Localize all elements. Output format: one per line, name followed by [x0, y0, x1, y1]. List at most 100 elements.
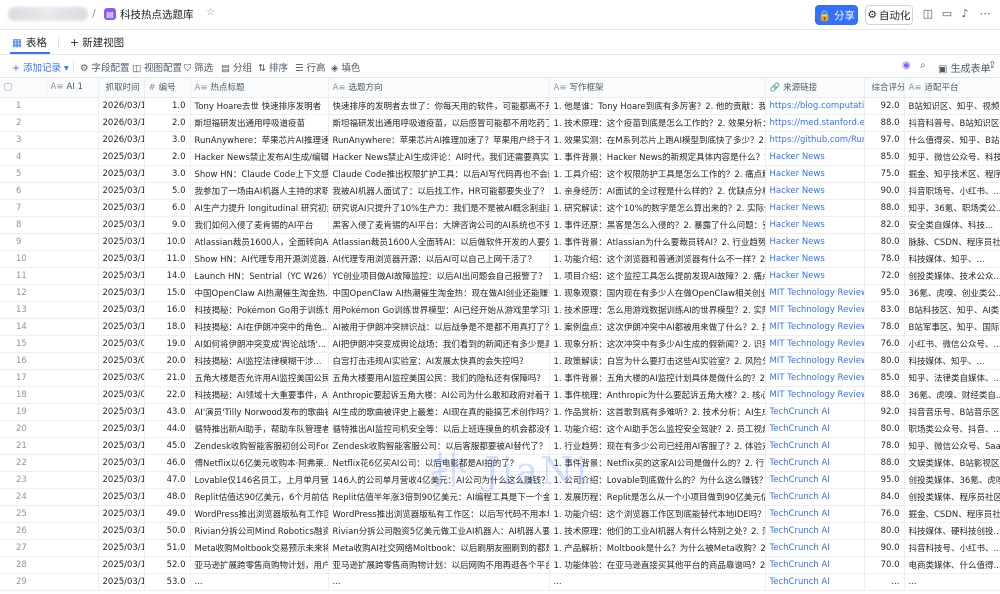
source-link-cell[interactable]: Hacker News — [765, 165, 865, 183]
fetch-time-cell[interactable]: 2025/03/12 — [98, 437, 145, 455]
row-index[interactable]: 25 — [0, 505, 99, 523]
row-index[interactable]: 19 — [0, 403, 99, 421]
number-cell[interactable]: 22.0 — [144, 386, 191, 404]
hot-title-cell[interactable]: Tony Hoare去世 快速排序发明者 — [190, 97, 329, 115]
score-cell[interactable]: 88.0 — [864, 454, 905, 472]
fetch-time-cell[interactable]: 2025/03/11 — [98, 301, 145, 319]
platform-cell[interactable]: 职场类公众号、抖音、... — [904, 420, 1000, 438]
table-row[interactable]: 72025/03/126.0AI生产力提升 longitudinal 研究初步.… — [0, 199, 1000, 217]
fetch-time-cell[interactable]: 2025/03/12 — [98, 250, 145, 268]
score-cell[interactable]: 78.0 — [864, 250, 905, 268]
hot-title-cell[interactable]: 中国OpenClaw AI热潮催生淘金热... — [190, 284, 329, 302]
column-header[interactable]: A≡ 热点标题 — [190, 78, 329, 98]
number-cell[interactable]: 18.0 — [144, 318, 191, 336]
source-link-cell[interactable]: TechCrunch AI — [765, 522, 865, 540]
fetch-time-cell[interactable]: 2025/03/12 — [98, 165, 145, 183]
number-cell[interactable]: 2.0 — [144, 114, 191, 132]
hot-title-cell[interactable]: Lovable仅146名员工，上月单月营收... — [190, 471, 329, 489]
topic-direction-cell[interactable]: ... — [328, 573, 550, 591]
writing-framework-cell[interactable]: 1. 产品解析：Moltbook是什么？为什么被Meta收购？2. 社... — [549, 539, 766, 557]
fetch-time-cell[interactable]: 2025/03/12 — [98, 216, 145, 234]
hot-title-cell[interactable]: 科技揭秘：Pokémon Go用于训练世... — [190, 301, 329, 319]
fetch-time-cell[interactable]: 2026/03/12 — [98, 97, 145, 115]
platform-cell[interactable]: 抖音职场号、小红书、... — [904, 182, 1000, 200]
table-row[interactable]: 32026/03/123.0RunAnywhere：苹果芯片AI推理速...Ru… — [0, 131, 1000, 149]
filter-button[interactable]: ⛉ 筛选 — [184, 60, 213, 74]
fetch-time-cell[interactable]: 2025/03/09 — [98, 335, 145, 353]
table-row[interactable]: 132025/03/1116.0科技揭秘：Pokémon Go用于训练世...用… — [0, 301, 1000, 319]
platform-cell[interactable]: 知乎、36氪、职场类公... — [904, 199, 1000, 217]
hot-title-cell[interactable]: ... — [190, 573, 329, 591]
group-button[interactable]: ▤ 分组 — [221, 60, 252, 74]
writing-framework-cell[interactable]: 1. 技术原理：这个疫苗到底是怎么工作的？2. 效果分析：... — [549, 114, 766, 132]
score-cell[interactable]: 70.0 — [864, 556, 905, 574]
hot-title-cell[interactable]: 斯坦福研发出通用呼吸道疫苗 — [190, 114, 329, 132]
row-index[interactable]: 26 — [0, 522, 99, 540]
writing-framework-cell[interactable]: 1. 功能介绍：这个浏览器工作区到底能替代本地IDE吗？2. ... — [549, 505, 766, 523]
fetch-time-cell[interactable]: 2025/03/12 — [98, 471, 145, 489]
hot-title-cell[interactable]: 循特推出新AI助手，帮助车队管理者... — [190, 420, 329, 438]
writing-framework-cell[interactable]: 1. 事件梳理：Anthropic为什么要起诉五角大楼？2. 核心矛... — [549, 386, 766, 404]
column-header[interactable]: 🔗 来源链接 — [765, 78, 865, 98]
topic-direction-cell[interactable]: 快速排序的发明者去世了：你每天用的软件，可能都离不开他... — [328, 97, 550, 115]
fetch-time-cell[interactable]: 2025/03/12 — [98, 233, 145, 251]
document-icon[interactable]: ▭ — [940, 7, 954, 20]
topic-direction-cell[interactable]: 我被AI机器人面试了：以后找工作，HR可能都要失业了？ — [328, 182, 550, 200]
score-cell[interactable]: 85.0 — [864, 148, 905, 166]
table-row[interactable]: 82025/03/129.0我们如何入侵了麦肯锡的AI平台黑客入侵了麦肯锡的AI… — [0, 216, 1000, 234]
row-index[interactable]: 28 — [0, 556, 99, 574]
source-link-cell[interactable]: Hacker News — [765, 182, 865, 200]
writing-framework-cell[interactable]: 1. 效果实测：在M系列芯片上跑AI模型到底快了多少？2. 技... — [549, 131, 766, 149]
topic-direction-cell[interactable]: 研究说AI只提升了10%生产力：我们是不是被AI概念割韭菜了？ — [328, 199, 550, 217]
row-height-button[interactable]: ☰ 行高 — [295, 60, 326, 74]
platform-cell[interactable]: 脉脉、CSDN、程序员社区 — [904, 233, 1000, 251]
fetch-time-cell[interactable]: 2025/03/12 — [98, 199, 145, 217]
platform-cell[interactable]: 小红书、微信公众号、... — [904, 335, 1000, 353]
table-row[interactable]: 282025/03/1252.0亚马逊扩展跨零售商购物计划，用户...亚马逊扩展… — [0, 556, 1000, 574]
fetch-time-cell[interactable]: 2025/03/12 — [98, 148, 145, 166]
fetch-time-cell[interactable]: 2025/03/12 — [98, 556, 145, 574]
row-index[interactable]: 20 — [0, 420, 99, 438]
number-cell[interactable]: 21.0 — [144, 369, 191, 387]
row-index[interactable]: 15 — [0, 335, 99, 353]
table-row[interactable]: 22026/03/122.0斯坦福研发出通用呼吸道疫苗斯坦福研发出通用呼吸道疫苗… — [0, 114, 1000, 132]
source-link-cell[interactable]: https://blog.computatio... — [765, 97, 865, 115]
platform-cell[interactable]: 创投类媒体、程序员社区 — [904, 488, 1000, 506]
row-index[interactable]: 12 — [0, 284, 99, 302]
fetch-time-cell[interactable]: 2025/03/11 — [98, 284, 145, 302]
column-header[interactable]: A≡ 适配平台 — [904, 78, 1000, 98]
writing-framework-cell[interactable]: 1. 现象分析：这次冲突中有多少AI生成的假新闻？2. 识别播... — [549, 335, 766, 353]
platform-cell[interactable]: 电商类媒体、什么值得... — [904, 556, 1000, 574]
hot-title-cell[interactable]: Show HN：AI代理专用开源浏览器... — [190, 250, 329, 268]
row-index[interactable]: 24 — [0, 488, 99, 506]
topic-direction-cell[interactable]: 五角大楼要用AI监控美国公民：我们的隐私还有保障吗？ — [328, 369, 550, 387]
source-link-cell[interactable]: TechCrunch AI — [765, 488, 865, 506]
source-link-cell[interactable]: TechCrunch AI — [765, 420, 865, 438]
row-index[interactable]: 1 — [0, 97, 99, 115]
row-index[interactable]: 27 — [0, 539, 99, 557]
source-link-cell[interactable]: TechCrunch AI — [765, 573, 865, 591]
topic-direction-cell[interactable]: 斯坦福研发出通用呼吸道疫苗，以后感冒可能都不用吃药了？ — [328, 114, 550, 132]
hot-title-cell[interactable]: Atlassian裁员1600人，全面转向AI... — [190, 233, 329, 251]
share-button[interactable]: 🔒 分享 — [815, 5, 858, 25]
hot-title-cell[interactable]: AI'演员'Tilly Norwood发布的歌曲被... — [190, 403, 329, 421]
hot-title-cell[interactable]: Replit估值达90亿美元，6个月前估... — [190, 488, 329, 506]
topic-direction-cell[interactable]: AI把伊朗冲突变成舆论战场：我们看到的新闻还有多少是真的？ — [328, 335, 550, 353]
table-row[interactable]: 212025/03/1245.0Zendesk收购智能客服初创公司Fore...… — [0, 437, 1000, 455]
table-row[interactable]: 152025/03/0919.0AI如何将伊朗冲突变成'舆论战场'...AI把伊… — [0, 335, 1000, 353]
platform-cell[interactable]: 36氪、虎嗅、财经类自... — [904, 386, 1000, 404]
writing-framework-cell[interactable]: ... — [549, 573, 766, 591]
topic-direction-cell[interactable]: Zendesk收购智能客服公司：以后客服都要被AI替代了？ — [328, 437, 550, 455]
topic-direction-cell[interactable]: Netflix花6亿买AI公司：以后电影都是AI拍的了？ — [328, 454, 550, 472]
platform-cell[interactable]: 36氪、虎嗅、创业类公... — [904, 284, 1000, 302]
source-link-cell[interactable]: TechCrunch AI — [765, 454, 865, 472]
fetch-time-cell[interactable]: 2025/03/12 — [98, 182, 145, 200]
number-cell[interactable]: 1.0 — [144, 97, 191, 115]
topic-direction-cell[interactable]: Replit估值半年涨3倍到90亿美元：AI编程工具是下一个金矿？ — [328, 488, 550, 506]
number-cell[interactable]: 6.0 — [144, 199, 191, 217]
hot-title-cell[interactable]: 五角大楼是否允许用AI监控美国公民... — [190, 369, 329, 387]
hot-title-cell[interactable]: 傅Netflix以6亿美元收购本·阿弗莱... — [190, 454, 329, 472]
table-row[interactable]: 272025/03/1251.0Meta收购Moltbook交易预示未来将...… — [0, 539, 1000, 557]
source-link-cell[interactable]: MIT Technology Review — [765, 352, 865, 370]
fetch-time-cell[interactable]: 2025/03/12 — [98, 539, 145, 557]
